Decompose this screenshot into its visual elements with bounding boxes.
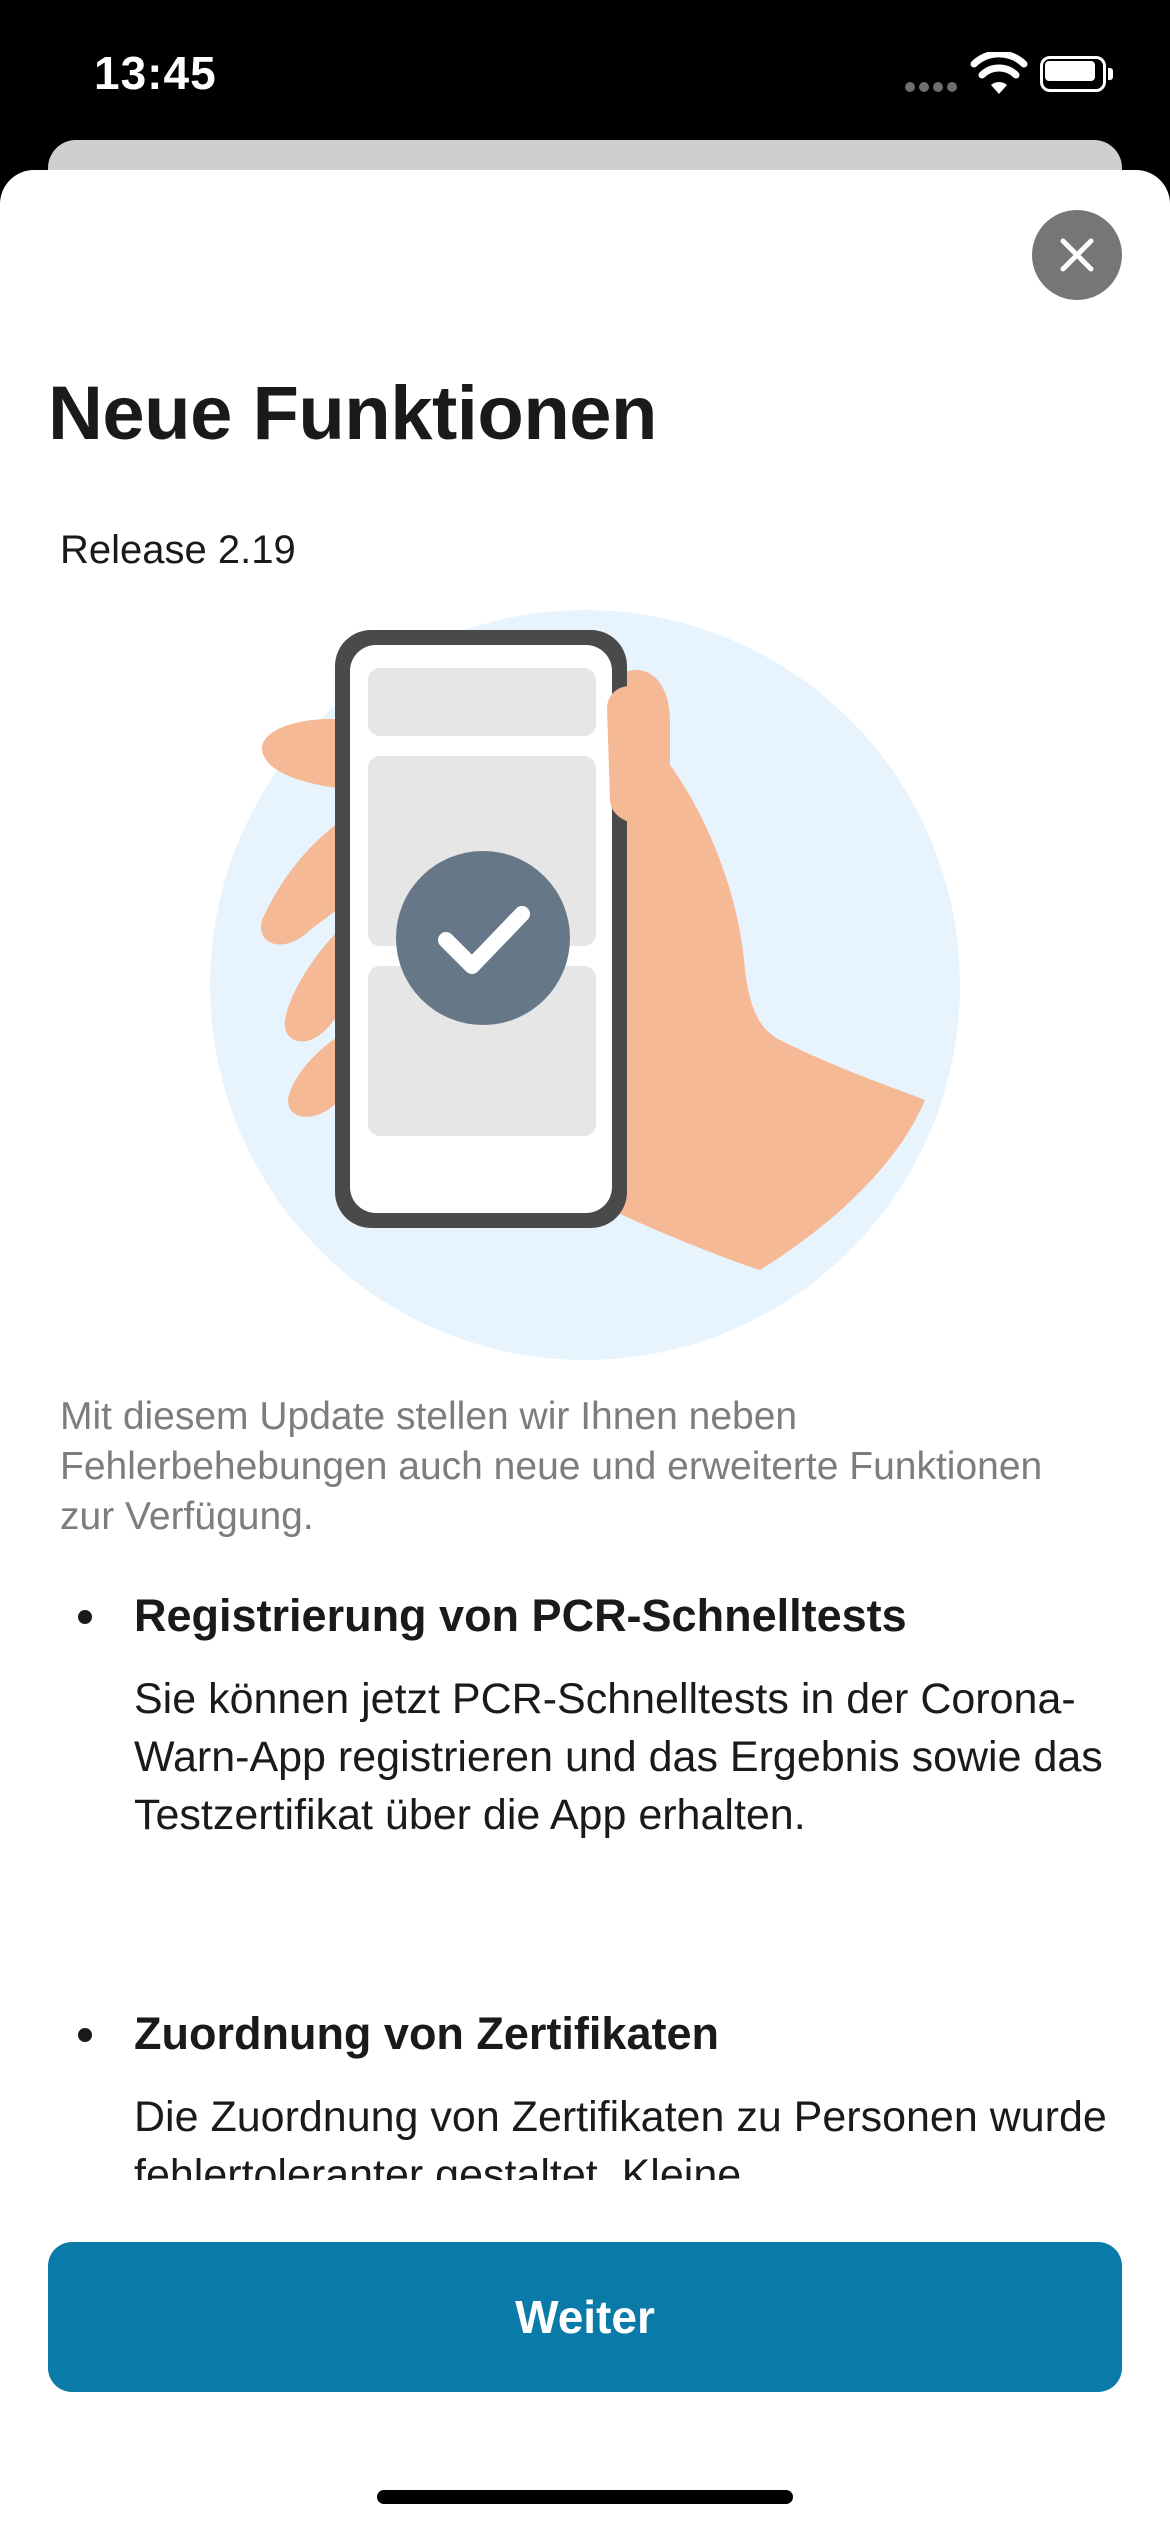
status-time: 13:45: [94, 47, 217, 99]
screen: 13:45 Neue Funktionen Release 2.19 Mit d…: [0, 0, 1170, 2532]
cellular-signal-icon: [905, 82, 957, 92]
release-version: Release 2.19: [60, 528, 296, 572]
home-indicator[interactable]: [377, 2490, 793, 2504]
intro-text: Mit diesem Update stellen wir Ihnen nebe…: [60, 1395, 1043, 1538]
close-button[interactable]: [1032, 210, 1122, 300]
bottom-action-area: Weiter: [0, 2180, 1170, 2532]
battery-icon: [1040, 56, 1114, 92]
feature-title: Registrierung von PCR-Schnelltests: [134, 1590, 907, 1641]
feature-title: Zuordnung von Zertifikaten: [134, 2008, 719, 2059]
page-title: Neue Funktionen: [48, 371, 657, 456]
wifi-icon: [970, 52, 1028, 94]
bullet-icon: [78, 1610, 92, 1624]
feature-description: Sie können jetzt PCR-Schnelltests in der…: [134, 1675, 1103, 1839]
close-icon: [1060, 238, 1094, 272]
continue-button[interactable]: Weiter: [48, 2242, 1122, 2392]
status-bar: 13:45: [0, 0, 1170, 140]
whats-new-sheet: Neue Funktionen Release 2.19 Mit diesem …: [0, 170, 1170, 2532]
bullet-icon: [78, 2028, 92, 2042]
phone-in-hand-illustration: [210, 610, 960, 1360]
